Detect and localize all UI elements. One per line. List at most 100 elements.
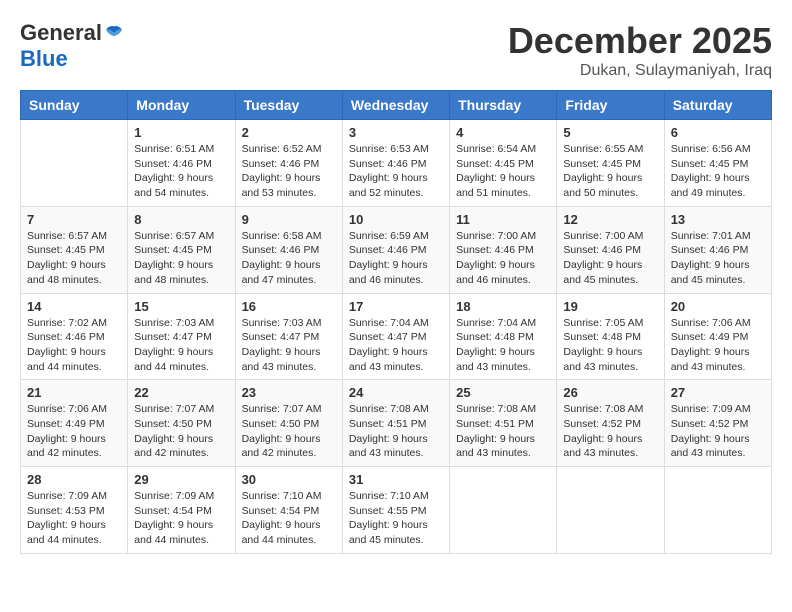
day-cell: 12 Sunrise: 7:00 AM Sunset: 4:46 PM Dayli… — [557, 206, 664, 293]
day-cell: 30 Sunrise: 7:10 AM Sunset: 4:54 PM Dayli… — [235, 467, 342, 554]
day-cell: 25Sunrise: 7:08 AM Sunset: 4:51 PM Dayli… — [450, 380, 557, 467]
day-info: Sunrise: 7:09 AM Sunset: 4:53 PM Dayligh… — [27, 489, 121, 548]
day-info: Sunrise: 7:04 AM Sunset: 4:47 PM Dayligh… — [349, 316, 443, 375]
day-info: Sunrise: 7:06 AM Sunset: 4:49 PM Dayligh… — [671, 316, 765, 375]
day-cell: 4 Sunrise: 6:54 AM Sunset: 4:45 PM Daylig… — [450, 120, 557, 207]
day-info: Sunrise: 7:10 AM Sunset: 4:54 PM Dayligh… — [242, 489, 336, 548]
day-cell: 9 Sunrise: 6:58 AM Sunset: 4:46 PM Daylig… — [235, 206, 342, 293]
day-number: 3 — [349, 125, 443, 140]
day-number: 17 — [349, 299, 443, 314]
weekday-header-saturday: Saturday — [664, 91, 771, 120]
day-cell: 18Sunrise: 7:04 AM Sunset: 4:48 PM Dayli… — [450, 293, 557, 380]
day-info: Sunrise: 6:58 AM Sunset: 4:46 PM Dayligh… — [242, 229, 336, 288]
day-cell: 5Sunrise: 6:55 AM Sunset: 4:45 PM Daylig… — [557, 120, 664, 207]
day-info: Sunrise: 6:51 AM Sunset: 4:46 PM Dayligh… — [134, 142, 228, 201]
day-number: 31 — [349, 472, 443, 487]
day-info: Sunrise: 7:07 AM Sunset: 4:50 PM Dayligh… — [242, 402, 336, 461]
day-info: Sunrise: 6:54 AM Sunset: 4:45 PM Dayligh… — [456, 142, 550, 201]
day-info: Sunrise: 7:03 AM Sunset: 4:47 PM Dayligh… — [242, 316, 336, 375]
day-cell: 10 Sunrise: 6:59 AM Sunset: 4:46 PM Dayli… — [342, 206, 449, 293]
day-number: 16 — [242, 299, 336, 314]
logo-general-text: General — [20, 20, 102, 46]
week-row-1: 1 Sunrise: 6:51 AM Sunset: 4:46 PM Daylig… — [21, 120, 772, 207]
day-cell — [557, 467, 664, 554]
day-cell: 21 Sunrise: 7:06 AM Sunset: 4:49 PM Dayli… — [21, 380, 128, 467]
day-cell: 24 Sunrise: 7:08 AM Sunset: 4:51 PM Dayli… — [342, 380, 449, 467]
day-number: 4 — [456, 125, 550, 140]
day-info: Sunrise: 6:59 AM Sunset: 4:46 PM Dayligh… — [349, 229, 443, 288]
day-number: 9 — [242, 212, 336, 227]
day-cell: 3 Sunrise: 6:53 AM Sunset: 4:46 PM Daylig… — [342, 120, 449, 207]
day-number: 8 — [134, 212, 228, 227]
day-number: 20 — [671, 299, 765, 314]
day-number: 23 — [242, 385, 336, 400]
day-cell: 16 Sunrise: 7:03 AM Sunset: 4:47 PM Dayli… — [235, 293, 342, 380]
day-number: 30 — [242, 472, 336, 487]
day-cell: 29 Sunrise: 7:09 AM Sunset: 4:54 PM Dayli… — [128, 467, 235, 554]
day-cell: 11 Sunrise: 7:00 AM Sunset: 4:46 PM Dayli… — [450, 206, 557, 293]
day-info: Sunrise: 7:09 AM Sunset: 4:52 PM Dayligh… — [671, 402, 765, 461]
weekday-header-monday: Monday — [128, 91, 235, 120]
day-info: Sunrise: 7:05 AM Sunset: 4:48 PM Dayligh… — [563, 316, 657, 375]
day-number: 24 — [349, 385, 443, 400]
day-number: 13 — [671, 212, 765, 227]
day-info: Sunrise: 7:08 AM Sunset: 4:51 PM Dayligh… — [349, 402, 443, 461]
title-area: December 2025 Dukan, Sulaymaniyah, Iraq — [508, 20, 772, 80]
day-cell — [21, 120, 128, 207]
day-number: 1 — [134, 125, 228, 140]
day-cell: 19Sunrise: 7:05 AM Sunset: 4:48 PM Dayli… — [557, 293, 664, 380]
day-number: 21 — [27, 385, 121, 400]
day-cell: 31Sunrise: 7:10 AM Sunset: 4:55 PM Dayli… — [342, 467, 449, 554]
day-info: Sunrise: 6:57 AM Sunset: 4:45 PM Dayligh… — [27, 229, 121, 288]
day-number: 11 — [456, 212, 550, 227]
day-info: Sunrise: 7:08 AM Sunset: 4:52 PM Dayligh… — [563, 402, 657, 461]
weekday-header-tuesday: Tuesday — [235, 91, 342, 120]
day-number: 14 — [27, 299, 121, 314]
logo-blue-text: Blue — [20, 46, 68, 72]
day-number: 7 — [27, 212, 121, 227]
day-info: Sunrise: 6:53 AM Sunset: 4:46 PM Dayligh… — [349, 142, 443, 201]
day-number: 29 — [134, 472, 228, 487]
weekday-header-sunday: Sunday — [21, 91, 128, 120]
day-info: Sunrise: 7:06 AM Sunset: 4:49 PM Dayligh… — [27, 402, 121, 461]
day-info: Sunrise: 7:00 AM Sunset: 4:46 PM Dayligh… — [456, 229, 550, 288]
day-info: Sunrise: 7:00 AM Sunset: 4:46 PM Dayligh… — [563, 229, 657, 288]
weekday-header-wednesday: Wednesday — [342, 91, 449, 120]
week-row-2: 7 Sunrise: 6:57 AM Sunset: 4:45 PM Daylig… — [21, 206, 772, 293]
weekday-header-friday: Friday — [557, 91, 664, 120]
week-row-5: 28Sunrise: 7:09 AM Sunset: 4:53 PM Dayli… — [21, 467, 772, 554]
calendar: SundayMondayTuesdayWednesdayThursdayFrid… — [20, 90, 772, 554]
day-cell: 26 Sunrise: 7:08 AM Sunset: 4:52 PM Dayli… — [557, 380, 664, 467]
day-number: 27 — [671, 385, 765, 400]
day-number: 26 — [563, 385, 657, 400]
day-info: Sunrise: 7:03 AM Sunset: 4:47 PM Dayligh… — [134, 316, 228, 375]
day-info: Sunrise: 7:07 AM Sunset: 4:50 PM Dayligh… — [134, 402, 228, 461]
day-number: 18 — [456, 299, 550, 314]
logo: General Blue — [20, 20, 124, 72]
week-row-3: 14Sunrise: 7:02 AM Sunset: 4:46 PM Dayli… — [21, 293, 772, 380]
day-number: 15 — [134, 299, 228, 314]
header: General Blue December 2025 Dukan, Sulaym… — [20, 20, 772, 80]
day-info: Sunrise: 6:57 AM Sunset: 4:45 PM Dayligh… — [134, 229, 228, 288]
day-info: Sunrise: 7:09 AM Sunset: 4:54 PM Dayligh… — [134, 489, 228, 548]
day-number: 12 — [563, 212, 657, 227]
day-cell: 7 Sunrise: 6:57 AM Sunset: 4:45 PM Daylig… — [21, 206, 128, 293]
day-number: 5 — [563, 125, 657, 140]
day-cell: 28Sunrise: 7:09 AM Sunset: 4:53 PM Dayli… — [21, 467, 128, 554]
week-row-4: 21 Sunrise: 7:06 AM Sunset: 4:49 PM Dayli… — [21, 380, 772, 467]
day-cell: 22 Sunrise: 7:07 AM Sunset: 4:50 PM Dayli… — [128, 380, 235, 467]
month-title: December 2025 — [508, 20, 772, 62]
day-info: Sunrise: 7:01 AM Sunset: 4:46 PM Dayligh… — [671, 229, 765, 288]
logo-bird-icon — [104, 25, 124, 41]
weekday-header-thursday: Thursday — [450, 91, 557, 120]
day-number: 2 — [242, 125, 336, 140]
day-cell: 1 Sunrise: 6:51 AM Sunset: 4:46 PM Daylig… — [128, 120, 235, 207]
day-cell: 20 Sunrise: 7:06 AM Sunset: 4:49 PM Dayli… — [664, 293, 771, 380]
day-number: 22 — [134, 385, 228, 400]
day-number: 10 — [349, 212, 443, 227]
day-cell: 15 Sunrise: 7:03 AM Sunset: 4:47 PM Dayli… — [128, 293, 235, 380]
day-number: 25 — [456, 385, 550, 400]
day-cell: 17 Sunrise: 7:04 AM Sunset: 4:47 PM Dayli… — [342, 293, 449, 380]
day-cell: 14Sunrise: 7:02 AM Sunset: 4:46 PM Dayli… — [21, 293, 128, 380]
day-cell — [450, 467, 557, 554]
